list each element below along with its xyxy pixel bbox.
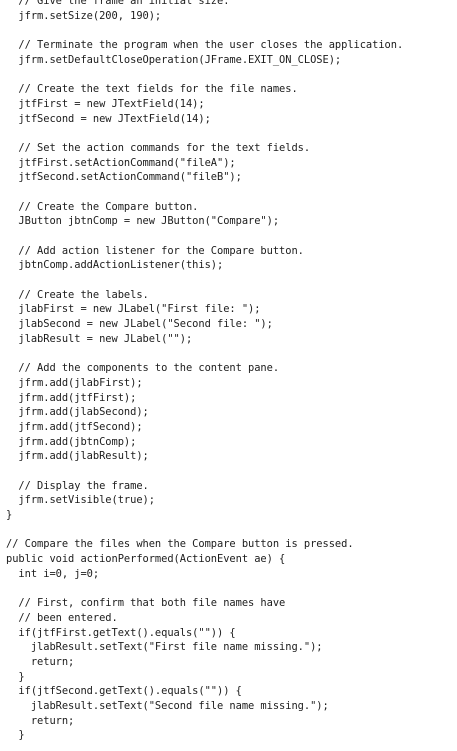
code-line: jlabFirst = new JLabel("First file: "); — [6, 303, 261, 316]
code-line: // Create the Compare button. — [6, 200, 199, 213]
code-line: jtfFirst.setActionCommand("fileA"); — [6, 156, 236, 169]
code-line: // Compare the files when the Compare bu… — [6, 538, 354, 551]
code-line: jfrm.add(jtfSecond); — [6, 420, 143, 433]
code-line: // been entered. — [6, 611, 118, 624]
code-line: jtfFirst = new JTextField(14); — [6, 97, 205, 110]
code-line: jfrm.add(jlabSecond); — [6, 406, 149, 419]
code-page: // Give the frame an initial size. jfrm.… — [0, 0, 457, 751]
code-line: JButton jbtnComp = new JButton("Compare"… — [6, 215, 280, 228]
code-line: jfrm.add(jbtnComp); — [6, 435, 137, 448]
code-line: if(jtfFirst.getText().equals("")) { — [6, 626, 236, 639]
code-line: // First, confirm that both file names h… — [6, 597, 286, 610]
code-line: // Set the action commands for the text … — [6, 141, 311, 154]
code-line: jtfSecond.setActionCommand("fileB"); — [6, 171, 242, 184]
code-line: jtfSecond = new JTextField(14); — [6, 112, 211, 125]
code-line: // Add action listener for the Compare b… — [6, 244, 304, 257]
code-line: return; — [6, 714, 75, 727]
code-line: // Give the frame an initial size. — [6, 0, 230, 7]
code-line: jfrm.setDefaultCloseOperation(JFrame.EXI… — [6, 53, 342, 66]
code-line: public void actionPerformed(ActionEvent … — [6, 553, 286, 566]
code-line: jfrm.add(jlabResult); — [6, 450, 149, 463]
code-listing: // Give the frame an initial size. jfrm.… — [6, 0, 403, 743]
code-line: } — [6, 509, 13, 522]
code-line: if(jtfSecond.getText().equals("")) { — [6, 685, 242, 698]
code-line: jfrm.setSize(200, 190); — [6, 9, 162, 22]
code-line: } — [6, 729, 25, 742]
code-line: // Add the components to the content pan… — [6, 362, 280, 375]
code-line: jfrm.add(jlabFirst); — [6, 376, 143, 389]
code-line: jfrm.add(jtfFirst); — [6, 391, 137, 404]
code-line: // Terminate the program when the user c… — [6, 39, 404, 52]
code-line: return; — [6, 655, 75, 668]
code-line: jfrm.setVisible(true); — [6, 494, 155, 507]
code-line: } — [6, 670, 25, 683]
code-line: jlabResult.setText("Second file name mis… — [6, 700, 329, 712]
code-line: jbtnComp.addActionListener(this); — [6, 259, 224, 272]
code-line: int i=0, j=0; — [6, 567, 100, 580]
code-line: // Create the labels. — [6, 288, 149, 301]
code-line: jlabResult = new JLabel(""); — [6, 332, 193, 345]
code-line: jlabResult.setText("First file name miss… — [6, 641, 323, 654]
code-line: jlabSecond = new JLabel("Second file: ")… — [6, 318, 273, 331]
code-line: // Create the text fields for the file n… — [6, 83, 298, 96]
code-line: // Display the frame. — [6, 479, 149, 492]
